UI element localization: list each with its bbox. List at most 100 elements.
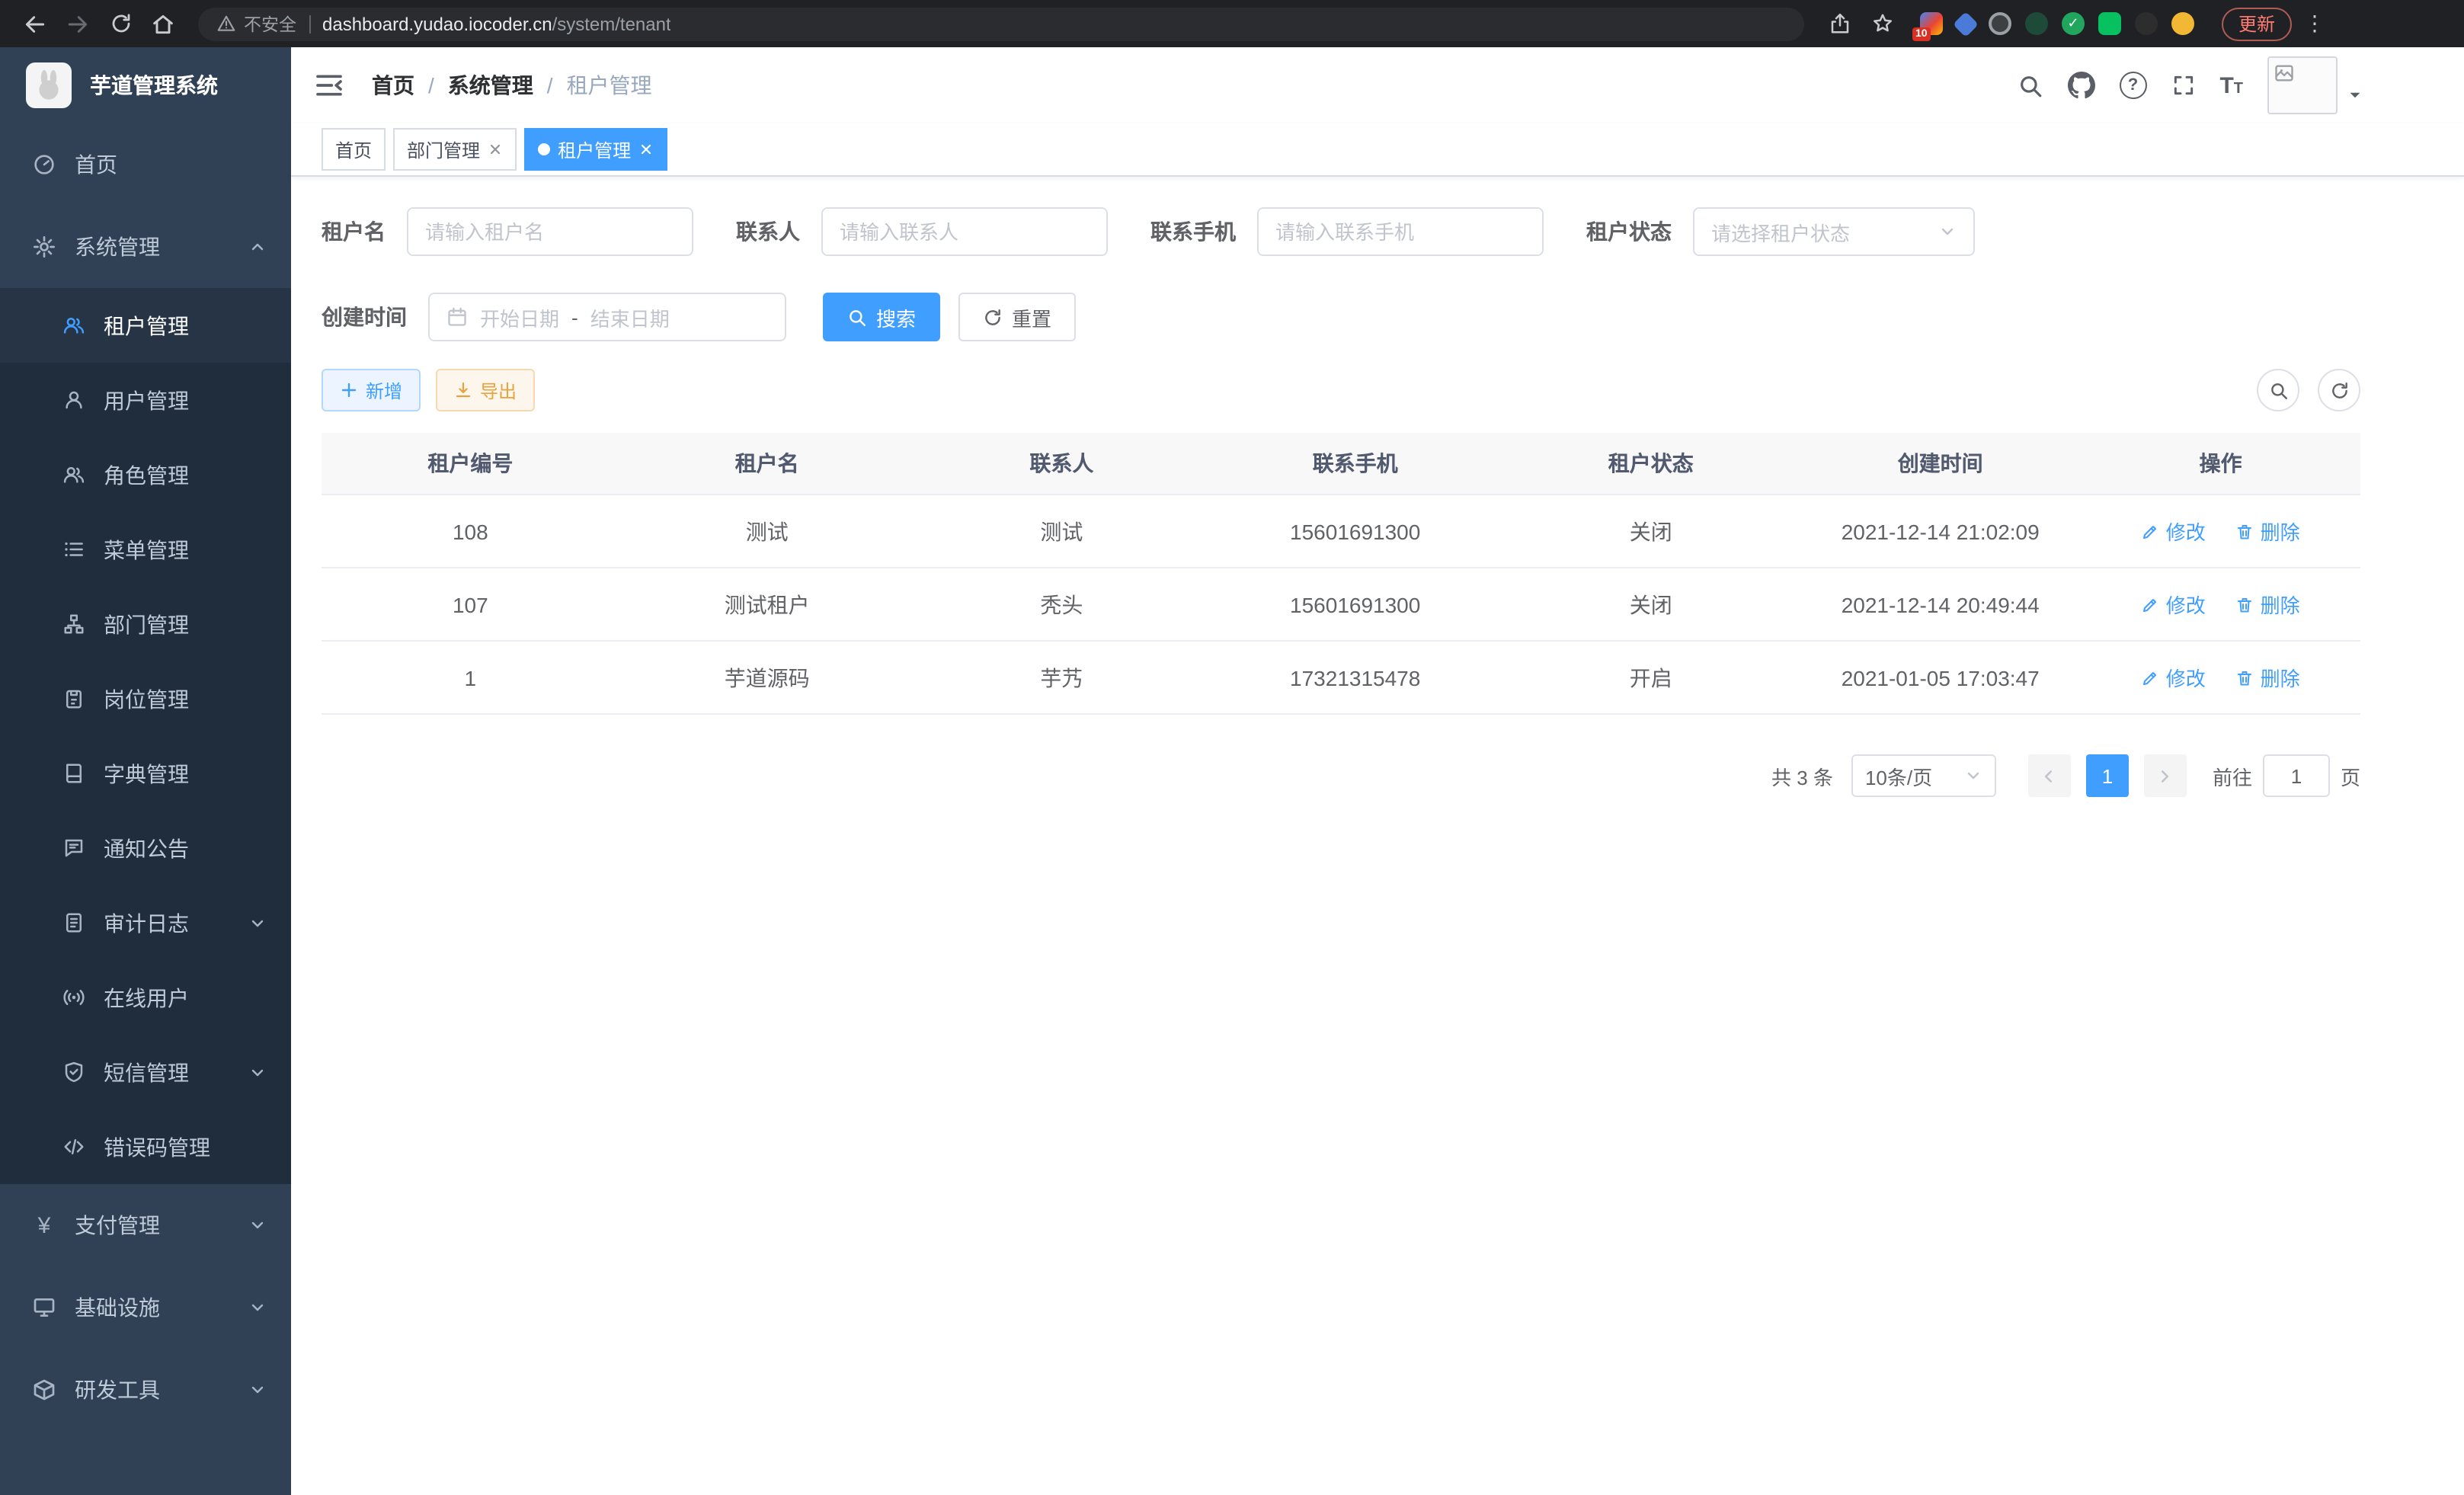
address-bar[interactable]: 不安全 dashboard.yudao.iocoder.cn/system/te…: [198, 7, 1804, 40]
chevron-down-icon: [248, 1298, 267, 1317]
sidebar-item-infrastructure[interactable]: 基础设施: [0, 1266, 291, 1349]
extension-icon-5[interactable]: ✓: [2062, 12, 2085, 35]
calendar-icon: [446, 306, 468, 328]
sidebar-item-tenant[interactable]: 租户管理: [0, 288, 291, 363]
table-right-tools: [2257, 369, 2360, 411]
sidebar-logo[interactable]: 芋道管理系统: [0, 47, 291, 123]
reset-button[interactable]: 重置: [958, 293, 1076, 341]
sidebar-item-menus[interactable]: 菜单管理: [0, 512, 291, 587]
sidebar-item-users[interactable]: 用户管理: [0, 363, 291, 437]
browser-menu-icon[interactable]: ⋮: [2301, 11, 2328, 37]
contact-input[interactable]: [840, 220, 1090, 243]
bookmark-star-button[interactable]: [1862, 5, 1902, 42]
app-title: 芋道管理系统: [90, 70, 218, 101]
browser-home-button[interactable]: [143, 5, 183, 42]
sidebar-item-sms[interactable]: 短信管理: [0, 1035, 291, 1109]
chevron-down-icon: [1938, 222, 1957, 241]
hamburger-icon[interactable]: [314, 70, 344, 101]
extension-icon-4[interactable]: [2025, 12, 2048, 35]
contact-label: 联系人: [736, 216, 821, 247]
sidebar-item-departments[interactable]: 部门管理: [0, 587, 291, 661]
phone-input[interactable]: [1275, 220, 1525, 243]
refresh-table-button[interactable]: [2318, 369, 2360, 411]
fullscreen-icon[interactable]: [2171, 73, 2195, 98]
url-path: /system/tenant: [552, 13, 671, 34]
delete-link[interactable]: 删除: [2236, 517, 2300, 546]
sidebar-item-payment[interactable]: ¥ 支付管理: [0, 1184, 291, 1266]
date-range-picker[interactable]: 开始日期 - 结束日期: [428, 293, 786, 341]
close-icon[interactable]: [638, 142, 654, 157]
tenant-name-input[interactable]: [425, 220, 675, 243]
browser-back-button[interactable]: [15, 5, 55, 42]
logo-rabbit-icon: [26, 62, 72, 108]
sidebar-item-notices[interactable]: 通知公告: [0, 811, 291, 885]
page-size-select[interactable]: 10条/页: [1851, 754, 1996, 797]
prev-page-button[interactable]: [2028, 754, 2071, 797]
user-avatar[interactable]: [2267, 56, 2363, 114]
github-icon[interactable]: [2067, 72, 2094, 99]
sidebar-item-audit-log[interactable]: 审计日志: [0, 885, 291, 960]
breadcrumb-separator: /: [547, 73, 553, 98]
page-number-1[interactable]: 1: [2086, 754, 2129, 797]
delete-link[interactable]: 删除: [2236, 663, 2300, 692]
caret-down-icon: [2347, 86, 2363, 103]
avatar-broken-image: [2267, 56, 2338, 114]
browser-forward-button[interactable]: [58, 5, 98, 42]
security-label: 不安全: [244, 11, 296, 36]
security-chip[interactable]: 不安全: [216, 11, 296, 36]
status-select[interactable]: 请选择租户状态: [1693, 207, 1975, 256]
breadcrumb-system[interactable]: 系统管理: [448, 70, 533, 101]
delete-link[interactable]: 删除: [2236, 590, 2300, 619]
tab-departments[interactable]: 部门管理: [393, 128, 517, 171]
tab-tenant[interactable]: 租户管理: [524, 128, 667, 171]
status-text: 关闭: [1502, 495, 1800, 568]
id-card-icon: [62, 687, 85, 710]
page-content: 租户名 联系人 联系手机 租户状态 请选择租户状态: [291, 177, 2464, 1495]
edit-link[interactable]: 修改: [2142, 590, 2206, 619]
font-size-icon[interactable]: TT: [2219, 74, 2243, 97]
url-domain: dashboard.yudao.iocoder.cn: [322, 13, 552, 34]
sidebar-item-home[interactable]: 首页: [0, 123, 291, 206]
filter-tenant-name: 租户名: [322, 207, 693, 256]
dashboard-icon: [32, 152, 56, 177]
goto-suffix: 页: [2341, 761, 2360, 790]
breadcrumb: 首页 / 系统管理 / 租户管理: [372, 70, 652, 101]
breadcrumb-home[interactable]: 首页: [372, 70, 414, 101]
browser-update-button[interactable]: 更新: [2222, 7, 2292, 40]
toggle-search-button[interactable]: [2257, 369, 2299, 411]
edit-link[interactable]: 修改: [2142, 663, 2206, 692]
add-button[interactable]: 新增: [322, 369, 421, 411]
header-search-icon[interactable]: [2017, 72, 2043, 98]
sidebar-item-roles[interactable]: 角色管理: [0, 437, 291, 512]
sidebar-item-positions[interactable]: 岗位管理: [0, 661, 291, 736]
goto-page-input[interactable]: [2263, 754, 2330, 797]
browser-reload-button[interactable]: [101, 5, 140, 42]
extension-icon-2[interactable]: [1953, 11, 1979, 37]
gear-icon: [32, 235, 56, 259]
share-button[interactable]: [1819, 5, 1859, 42]
sidebar-item-online-users[interactable]: 在线用户: [0, 960, 291, 1035]
table-row: 107 测试租户 秃头 15601691300 关闭 2021-12-14 20…: [322, 568, 2360, 641]
extension-icon-7[interactable]: [2135, 12, 2158, 35]
extension-icon-3[interactable]: [1989, 12, 2011, 35]
help-icon[interactable]: ?: [2119, 72, 2146, 99]
next-page-button[interactable]: [2144, 754, 2187, 797]
col-phone: 联系手机: [1208, 433, 1502, 495]
extension-icon-1[interactable]: 10: [1920, 12, 1943, 35]
extension-icon-6[interactable]: [2098, 12, 2121, 35]
sidebar-item-dictionary[interactable]: 字典管理: [0, 736, 291, 811]
chevron-up-icon: [248, 238, 267, 256]
tab-home[interactable]: 首页: [322, 128, 386, 171]
search-button[interactable]: 搜索: [823, 293, 940, 341]
edit-link[interactable]: 修改: [2142, 517, 2206, 546]
table-toolbar: 新增 导出: [322, 369, 2360, 411]
chevron-right-icon: [2155, 766, 2175, 786]
sidebar: 芋道管理系统 首页 系统管理 租户管理: [0, 47, 291, 1495]
close-icon[interactable]: [488, 142, 503, 157]
extension-icon-8[interactable]: [2171, 12, 2194, 35]
export-button[interactable]: 导出: [436, 369, 535, 411]
sidebar-item-error-codes[interactable]: 错误码管理: [0, 1109, 291, 1184]
sidebar-item-system[interactable]: 系统管理: [0, 206, 291, 288]
sidebar-item-dev-tools[interactable]: 研发工具: [0, 1349, 291, 1431]
search-icon: [2268, 380, 2288, 400]
